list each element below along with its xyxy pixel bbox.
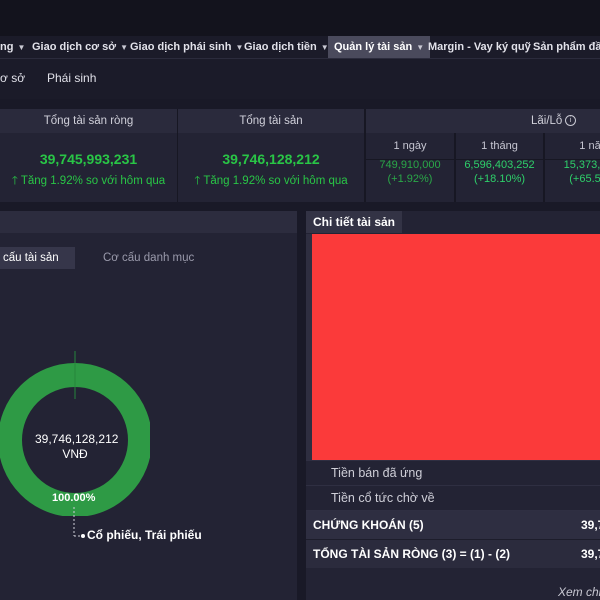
total-assets-change: 🡑 Tăng 1.92% so với hôm qua bbox=[194, 175, 348, 187]
chevron-down-icon: ▼ bbox=[416, 43, 425, 52]
red-overlay-block bbox=[312, 234, 600, 460]
period-1-day: 1 ngày bbox=[393, 140, 427, 152]
chevron-down-icon: ▼ bbox=[120, 43, 129, 52]
pnl-1-year-pct: (+65.5 bbox=[569, 173, 600, 185]
menu-item-giao-dich-tien[interactable]: Giao dịch tiền ▼ bbox=[244, 36, 329, 58]
securities-label: CHỨNG KHOÁN (5) bbox=[313, 518, 424, 532]
tab-phai-sinh[interactable]: Phái sinh bbox=[47, 71, 96, 85]
asset-summary: Tổng tài sản ròng Tổng tài sản Lãi/Lỗ i … bbox=[0, 109, 600, 202]
pnl-1-day-pct: (+1.92%) bbox=[387, 173, 433, 185]
pnl-1-month-value: 6,596,403,252 bbox=[464, 159, 535, 171]
menu-item-label: Sản phẩm đầu bbox=[533, 41, 600, 53]
menu-item-san-pham-dau-tu[interactable]: Sản phẩm đầu bbox=[533, 36, 600, 58]
net-total-row: TỔNG TÀI SẢN RÒNG (3) = (1) - (2) 39,7 bbox=[306, 540, 600, 568]
chevron-down-icon: ▼ bbox=[17, 43, 26, 52]
pnl-header: Lãi/Lỗ i bbox=[366, 109, 600, 133]
net-total-label: TỔNG TÀI SẢN RÒNG (3) = (1) - (2) bbox=[313, 547, 511, 561]
menu-item-label: ng bbox=[0, 41, 14, 53]
donut-center-unit: VNĐ bbox=[62, 447, 88, 461]
chevron-down-icon: ▼ bbox=[235, 43, 244, 52]
menu-item-quan-ly-tai-san[interactable]: Quản lý tài sản ▼ bbox=[328, 36, 431, 58]
net-total-value: 39,7 bbox=[581, 547, 600, 561]
main-menu: ng ▼ Giao dịch cơ sở ▼ Giao dịch phái sinh… bbox=[0, 36, 600, 59]
menu-item-giao-dich-phai-sinh[interactable]: Giao dịch phái sinh ▼ bbox=[130, 36, 243, 58]
info-icon[interactable]: i bbox=[565, 115, 576, 126]
tab-portfolio-structure[interactable]: Cơ cấu danh mục bbox=[103, 247, 194, 269]
donut-chart bbox=[0, 351, 152, 517]
total-assets-header: Tổng tài sản bbox=[178, 109, 364, 133]
arrow-up-icon: 🡑 bbox=[11, 175, 18, 187]
menu-item-partial[interactable]: ng ▼ bbox=[0, 36, 25, 58]
allocation-panel-header bbox=[0, 211, 297, 233]
arrow-up-icon: 🡑 bbox=[194, 175, 201, 187]
slice-percent-label: 100.00% bbox=[52, 492, 96, 504]
menu-item-label: Giao dịch cơ sở bbox=[32, 41, 117, 53]
securities-value: 39,7 bbox=[581, 518, 600, 532]
menu-item-label: Quản lý tài sản bbox=[334, 41, 413, 53]
menu-item-label: Giao dịch tiền bbox=[244, 41, 317, 53]
menu-item-giao-dich-co-so[interactable]: Giao dịch cơ sở ▼ bbox=[32, 36, 128, 58]
menu-item-margin[interactable]: Margin - Vay ký quỹ bbox=[428, 36, 531, 58]
account-type-tabs: ơ sở Phái sinh bbox=[0, 59, 600, 99]
asset-detail-title: Chi tiết tài sản bbox=[306, 211, 403, 233]
row-pending-dividend: Tiền cổ tức chờ về bbox=[331, 491, 435, 505]
menu-item-label: Margin - Vay ký quỹ bbox=[428, 41, 531, 53]
total-assets-value: 39,746,128,212 bbox=[222, 151, 320, 167]
row-advance-sale-cash: Tiền bán đã ứng bbox=[331, 466, 423, 480]
securities-row: CHỨNG KHOÁN (5) 39,7 bbox=[306, 511, 600, 539]
menu-item-label: Giao dịch phái sinh bbox=[130, 41, 232, 53]
row-divider bbox=[306, 460, 600, 461]
period-1-year: 1 nă bbox=[579, 140, 600, 152]
tab-asset-structure[interactable]: cấu tài sản bbox=[0, 247, 75, 269]
pnl-1-day-value: 749,910,000 bbox=[379, 159, 441, 171]
row-divider bbox=[306, 485, 600, 486]
see-more-link[interactable]: Xem chi bbox=[558, 585, 600, 599]
pnl-label: Lãi/Lỗ bbox=[531, 115, 563, 127]
net-assets-change: 🡑 Tăng 1.92% so với hôm qua bbox=[11, 175, 166, 187]
top-header-bar bbox=[0, 0, 600, 36]
tab-label: cấu tài sản bbox=[3, 252, 59, 264]
net-assets-value: 39,745,993,231 bbox=[39, 151, 138, 167]
period-1-month: 1 tháng bbox=[481, 140, 518, 152]
legend-label-stocks-bonds: Cổ phiếu, Trái phiếu bbox=[87, 528, 202, 542]
pnl-1-year-value: 15,373,1 bbox=[563, 159, 600, 171]
tab-co-so[interactable]: ơ sở bbox=[0, 71, 25, 85]
pnl-1-month-pct: (+18.10%) bbox=[473, 173, 526, 185]
donut-center-total: 39,746,128,212 bbox=[35, 432, 119, 446]
net-assets-header: Tổng tài sản ròng bbox=[0, 109, 177, 133]
